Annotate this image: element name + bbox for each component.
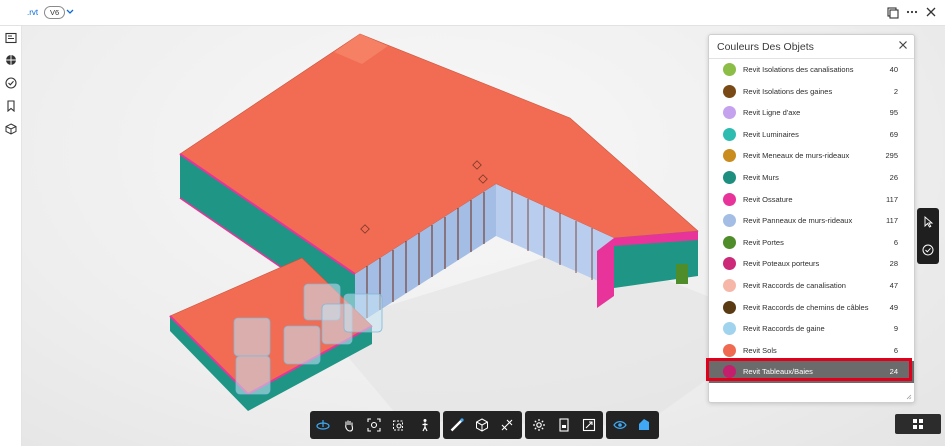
fit-view-icon[interactable] (367, 418, 381, 432)
full-screen-icon[interactable] (582, 418, 596, 432)
color-swatch (723, 343, 736, 357)
item-count: 117 (886, 194, 898, 204)
item-count: 28 (889, 259, 898, 269)
item-count: 69 (889, 129, 898, 139)
model-browser-icon[interactable] (5, 54, 17, 66)
selection-highlight (706, 358, 912, 381)
view-toolbar (606, 411, 659, 439)
panel-title: Couleurs Des Objets (717, 41, 814, 53)
item-count: 40 (889, 65, 898, 74)
measure-icon[interactable] (450, 418, 464, 432)
visibility-icon[interactable] (613, 418, 627, 432)
item-label: Revit Raccords de gaine (743, 324, 825, 334)
right-toolbar (917, 208, 939, 264)
color-swatch (723, 279, 736, 292)
compare-icon[interactable] (887, 5, 899, 19)
select-cursor-icon[interactable] (922, 216, 934, 228)
color-swatch (723, 127, 736, 141)
color-swatch (723, 300, 736, 314)
list-item[interactable]: Revit Ligne d'axe 95 (709, 102, 914, 124)
version-badge[interactable]: V6 (44, 6, 66, 19)
color-swatch (723, 171, 736, 184)
item-count: 26 (889, 173, 898, 182)
list-item[interactable]: Revit Panneaux de murs-rideaux 117 (709, 210, 914, 232)
item-count: 6 (893, 345, 898, 355)
item-label: Revit Meneaux de murs-rideaux (743, 151, 850, 161)
list-item[interactable]: Revit Isolations des canalisations 40 (709, 59, 914, 81)
color-swatch (723, 149, 736, 163)
model-info-icon[interactable] (557, 418, 571, 432)
list-item[interactable]: Revit Luminaires 69 (709, 124, 914, 146)
item-label: Revit Murs (743, 173, 779, 182)
walk-person-icon[interactable] (418, 418, 432, 432)
item-count: 95 (889, 108, 898, 118)
list-item[interactable]: Revit Portes 6 (709, 232, 914, 254)
item-count: 9 (893, 324, 898, 334)
chevron-down-icon[interactable] (65, 5, 75, 19)
item-count: 6 (893, 237, 898, 247)
color-swatch (723, 63, 736, 76)
close-icon[interactable] (925, 5, 937, 19)
left-toolbar (0, 26, 22, 446)
list-item[interactable]: Revit Raccords de gaine 9 (709, 318, 914, 340)
item-label: Revit Raccords de canalisation (743, 281, 846, 290)
item-label: Revit Isolations des gaines (743, 86, 833, 96)
resize-grip-icon[interactable] (906, 394, 912, 400)
item-label: Revit Sols (743, 345, 777, 355)
item-count: 47 (889, 281, 898, 290)
bookmark-icon[interactable] (5, 100, 17, 112)
tools-toolbar (443, 411, 522, 439)
list-item[interactable]: Revit Ossature 117 (709, 189, 914, 211)
list-item[interactable]: Revit Isolations des gaines 2 (709, 81, 914, 103)
item-count: 295 (885, 151, 898, 161)
item-label: Revit Raccords de chemins de câbles (743, 302, 869, 312)
object-colors-panel: Couleurs Des Objets Revit Isolations des… (708, 34, 915, 403)
close-icon[interactable] (898, 40, 908, 50)
color-swatch (723, 257, 736, 271)
item-label: Revit Ligne d'axe (743, 108, 801, 118)
list-item[interactable]: Revit Raccords de canalisation 47 (709, 275, 914, 297)
item-count: 49 (889, 302, 898, 312)
item-label: Revit Portes (743, 237, 784, 247)
list-item[interactable]: Revit Meneaux de murs-rideaux 295 (709, 145, 914, 167)
object-color-icon[interactable] (637, 418, 651, 432)
item-label: Revit Panneaux de murs-rideaux (743, 216, 853, 226)
navigation-toolbar (310, 411, 440, 439)
item-count: 2 (893, 86, 898, 96)
item-label: Revit Poteaux porteurs (743, 259, 820, 269)
sheets-icon[interactable] (5, 32, 17, 44)
color-swatch (723, 192, 736, 206)
section-box-icon[interactable] (475, 418, 489, 432)
zoom-window-icon[interactable] (392, 418, 406, 432)
color-swatch (723, 84, 736, 98)
list-item[interactable]: Revit Poteaux porteurs 28 (709, 253, 914, 275)
grid-icon (913, 419, 923, 429)
list-item[interactable]: Revit Murs 26 (709, 167, 914, 189)
top-bar: .rvt V6 (0, 0, 945, 26)
color-swatch (723, 214, 736, 228)
pan-hand-icon[interactable] (342, 418, 356, 432)
color-swatch (723, 106, 736, 120)
color-swatch (723, 322, 736, 336)
panel-header: Couleurs Des Objets (709, 35, 914, 59)
check-circle-icon[interactable] (922, 244, 934, 256)
gear-icon[interactable] (532, 418, 546, 432)
item-count: 117 (886, 216, 898, 226)
color-swatch (723, 235, 736, 249)
color-legend-list: Revit Isolations des canalisations 40 Rev… (709, 59, 914, 394)
issues-icon[interactable] (5, 77, 17, 89)
explode-icon[interactable] (500, 418, 514, 432)
item-label: Revit Ossature (743, 194, 793, 204)
more-options-icon[interactable] (906, 5, 918, 19)
list-item[interactable]: Revit Raccords de chemins de câbles 49 (709, 297, 914, 319)
layout-grid-button[interactable] (895, 414, 941, 434)
file-name[interactable]: .rvt (27, 8, 38, 17)
object-cube-icon[interactable] (5, 123, 17, 135)
item-label: Revit Isolations des canalisations (743, 65, 854, 74)
orbit-icon[interactable] (316, 418, 330, 432)
item-label: Revit Luminaires (743, 129, 799, 139)
settings-toolbar (525, 411, 603, 439)
